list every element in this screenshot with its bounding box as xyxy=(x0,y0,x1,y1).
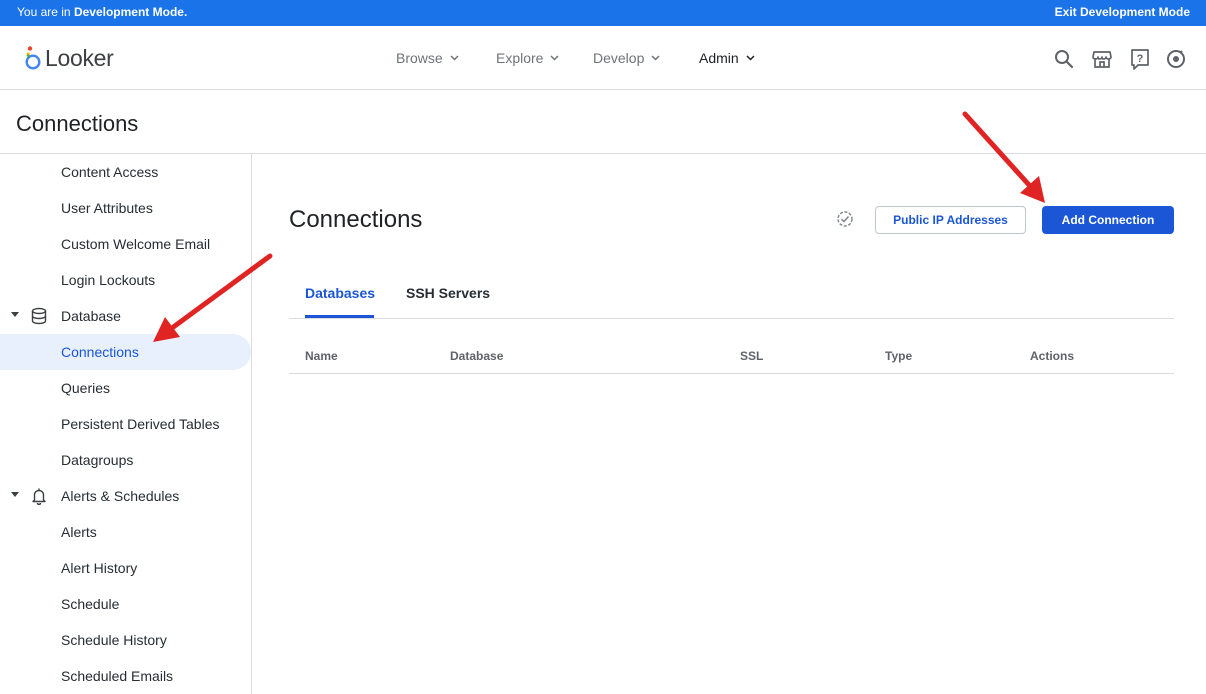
sidebar-group-alerts-schedules[interactable]: Alerts & Schedules xyxy=(0,478,251,514)
sidebar-item-connections[interactable]: Connections xyxy=(0,334,251,370)
search-icon[interactable] xyxy=(1053,48,1075,70)
sidebar-item-label: User Attributes xyxy=(61,200,153,216)
sidebar-item-custom-welcome-email[interactable]: Custom Welcome Email xyxy=(0,226,251,262)
sidebar-group-label: Database xyxy=(61,308,121,324)
page-header: Connections xyxy=(0,90,1206,154)
public-ip-addresses-button[interactable]: Public IP Addresses xyxy=(875,206,1026,234)
sidebar-item-alerts[interactable]: Alerts xyxy=(0,514,251,550)
column-header-type[interactable]: Type xyxy=(885,349,912,363)
looker-logo-icon xyxy=(25,46,41,70)
main-content: Connections Public IP Addresses Add Conn… xyxy=(253,154,1206,694)
column-header-actions: Actions xyxy=(1030,349,1075,363)
marketplace-icon[interactable] xyxy=(1091,48,1113,70)
sidebar-item-persistent-derived-tables[interactable]: Persistent Derived Tables xyxy=(0,406,251,442)
app-name: Looker xyxy=(45,44,114,71)
nav-develop[interactable]: Develop xyxy=(593,50,660,66)
add-connection-button[interactable]: Add Connection xyxy=(1042,206,1174,234)
sidebar-item-user-attributes[interactable]: User Attributes xyxy=(0,190,251,226)
sidebar-item-scheduled-emails[interactable]: Scheduled Emails xyxy=(0,658,251,694)
sidebar-group-database[interactable]: Database xyxy=(0,298,251,334)
connections-table-header: Name Database SSL Type Actions xyxy=(289,338,1174,374)
dev-mode-message: You are in Development Mode. xyxy=(17,5,188,19)
database-icon xyxy=(31,307,47,325)
column-header-name[interactable]: Name xyxy=(305,349,338,363)
sidebar-item-label: Alerts xyxy=(61,524,97,540)
sidebar-item-label: Schedule History xyxy=(61,632,167,648)
sidebar-item-queries[interactable]: Queries xyxy=(0,370,251,406)
chevron-down-icon xyxy=(651,55,660,61)
sidebar-item-datagroups[interactable]: Datagroups xyxy=(0,442,251,478)
page-title: Connections xyxy=(16,111,139,136)
chevron-down-icon xyxy=(450,55,459,61)
admin-sidebar: Content Access User Attributes Custom We… xyxy=(0,154,252,694)
looker-logo[interactable]: Looker xyxy=(24,44,114,72)
dev-mode-banner: You are in Development Mode. Exit Develo… xyxy=(0,0,1206,26)
sidebar-item-schedule-history[interactable]: Schedule History xyxy=(0,622,251,658)
active-tab-indicator xyxy=(305,315,374,318)
sidebar-item-label: Schedule xyxy=(61,596,120,612)
help-icon[interactable]: ? xyxy=(1129,48,1151,70)
tab-ssh-servers[interactable]: SSH Servers xyxy=(406,285,490,301)
caret-down-icon[interactable] xyxy=(10,492,20,498)
sidebar-item-label: Connections xyxy=(61,344,139,360)
sidebar-item-label: Queries xyxy=(61,380,111,396)
chevron-down-icon xyxy=(550,55,559,61)
sidebar-item-content-access[interactable]: Content Access xyxy=(0,154,251,190)
connection-tabs: Databases SSH Servers xyxy=(289,272,1174,319)
check-circle-icon[interactable] xyxy=(836,210,854,228)
sidebar-item-label: Content Access xyxy=(61,164,159,180)
column-header-database[interactable]: Database xyxy=(450,349,503,363)
sidebar-item-label: Persistent Derived Tables xyxy=(61,416,220,432)
section-title: Connections xyxy=(289,206,423,233)
account-icon[interactable] xyxy=(1165,48,1187,70)
sidebar-item-label: Login Lockouts xyxy=(61,272,156,288)
svg-text:?: ? xyxy=(1137,53,1144,65)
chevron-down-icon xyxy=(746,55,755,61)
sidebar-item-label: Scheduled Emails xyxy=(61,668,174,684)
nav-browse[interactable]: Browse xyxy=(396,50,459,66)
exit-dev-mode-link[interactable]: Exit Development Mode xyxy=(1055,5,1190,19)
top-navbar: Looker Browse Explore Develop Admin ? xyxy=(0,26,1206,90)
sidebar-item-login-lockouts[interactable]: Login Lockouts xyxy=(0,262,251,298)
nav-explore[interactable]: Explore xyxy=(496,50,559,66)
column-header-ssl[interactable]: SSL xyxy=(740,349,763,363)
sidebar-item-alert-history[interactable]: Alert History xyxy=(0,550,251,586)
nav-admin[interactable]: Admin xyxy=(699,50,755,66)
sidebar-item-label: Datagroups xyxy=(61,452,134,468)
tab-databases[interactable]: Databases xyxy=(305,285,375,301)
sidebar-item-label: Custom Welcome Email xyxy=(61,236,211,252)
sidebar-item-label: Alert History xyxy=(61,560,138,576)
sidebar-group-label: Alerts & Schedules xyxy=(61,488,180,504)
bell-icon xyxy=(32,488,46,505)
sidebar-item-schedule[interactable]: Schedule xyxy=(0,586,251,622)
caret-down-icon[interactable] xyxy=(10,312,20,318)
